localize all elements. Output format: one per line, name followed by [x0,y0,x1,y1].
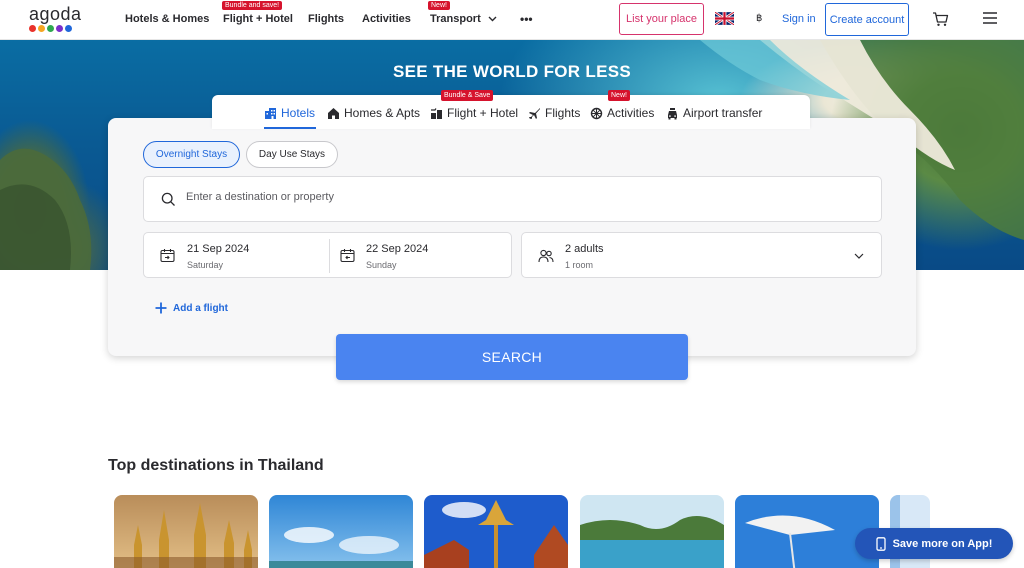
adults-count: 2 adults [565,243,604,255]
top-navigation-bar: agoda Hotels & Homes Bundle and save! Fl… [0,0,1024,40]
tab-hotels-label: Hotels [281,106,316,120]
logo-dot [38,25,45,32]
tab-flight-hotel[interactable]: Flight + Hotel [430,106,518,120]
search-tabs: Hotels Homes & Apts Flight + Hotel Fligh… [212,95,810,129]
nav-transport-badge: New! [428,1,450,10]
tab-airport-transfer[interactable]: Airport transfer [666,106,762,120]
mobile-phone-icon [875,536,886,551]
nav-activities[interactable]: Activities [362,13,411,25]
logo-dots [29,25,82,32]
destination-search-field[interactable] [143,176,882,222]
destination-card[interactable] [580,495,724,568]
bundle-save-badge: Bundle & Save [441,90,494,101]
search-button[interactable]: SEARCH [336,334,688,380]
hero-title: SEE THE WORLD FOR LESS [392,62,631,81]
checkin-day: Saturday [187,260,224,270]
destination-image [269,495,413,568]
tab-activities-label: Activities [607,106,655,120]
tab-homes-apts-label: Homes & Apts [344,106,421,120]
checkout-day: Sunday [366,260,397,270]
destination-card[interactable] [424,495,568,568]
logo-dot [29,25,36,32]
more-menu-icon[interactable]: ••• [520,12,533,26]
tab-hotels[interactable]: Hotels [264,106,315,120]
nav-flight-hotel-badge: Bundle and save! [222,1,283,10]
nav-transport-label: Transport [430,13,481,25]
tab-activities[interactable]: Activities [590,106,654,120]
nav-flight-hotel[interactable]: Flight + Hotel [223,13,293,25]
destination-card[interactable] [269,495,413,568]
rooms-count: 1 room [565,260,594,270]
destination-image [114,495,258,568]
overnight-stays-toggle[interactable]: Overnight Stays [143,141,240,168]
uk-flag-icon[interactable] [715,12,734,25]
logo-dot [65,25,72,32]
search-icon [161,192,175,206]
add-flight-label: Add a flight [173,302,228,314]
create-account-button[interactable]: Create account [825,3,909,36]
guests-icon [538,249,554,263]
nav-flights[interactable]: Flights [308,13,344,25]
destination-image [424,495,568,568]
hotel-icon [265,107,276,119]
add-flight-button[interactable]: Add a flight [155,302,228,314]
currency-selector[interactable]: ฿ [756,13,762,24]
save-more-on-app-label: Save more on App! [892,537,993,550]
destinations-section-title: Top destinations in Thailand [108,457,324,474]
tab-airport-transfer-label: Airport transfer [683,106,763,120]
chevron-down-icon [488,16,497,22]
agoda-logo[interactable]: agoda [29,4,82,32]
calendar-checkout-icon [340,249,355,263]
tab-flight-hotel-label: Flight + Hotel [447,106,519,120]
occupancy-selector[interactable]: 2 adults 1 room [521,232,882,278]
plane-icon [529,107,540,119]
cart-icon[interactable] [932,11,949,27]
save-more-on-app-button[interactable]: Save more on App! [855,528,1013,559]
list-your-place-button[interactable]: List your place [619,3,704,35]
tab-homes-apts[interactable]: Homes & Apts [327,106,420,120]
nav-transport[interactable]: Transport [430,13,497,25]
destination-image [735,495,879,568]
destination-image [580,495,724,568]
day-use-stays-toggle[interactable]: Day Use Stays [246,141,338,168]
active-tab-indicator [264,127,316,129]
destination-input[interactable] [186,191,786,203]
nav-hotels-homes[interactable]: Hotels & Homes [125,13,209,25]
tab-flights[interactable]: Flights [528,106,580,120]
car-icon [668,107,677,119]
plus-icon [155,302,167,314]
tab-flights-label: Flights [545,106,581,120]
date-divider [329,239,330,273]
checkout-date: 22 Sep 2024 [366,243,429,255]
activities-icon [590,107,603,119]
logo-dot [47,25,54,32]
destination-card[interactable] [114,495,258,568]
home-icon [328,107,339,119]
destination-card[interactable] [735,495,879,568]
hamburger-menu-icon[interactable] [982,11,998,25]
date-range-picker[interactable]: 21 Sep 2024 Saturday 22 Sep 2024 Sunday [143,232,512,278]
chevron-down-icon [854,253,864,259]
activities-new-badge: New! [608,90,630,101]
checkin-date: 21 Sep 2024 [187,243,250,255]
calendar-checkin-icon [160,249,175,263]
logo-dot [56,25,63,32]
flight-hotel-icon [431,107,442,119]
sign-in-link[interactable]: Sign in [782,13,816,25]
logo-text: agoda [29,4,82,24]
